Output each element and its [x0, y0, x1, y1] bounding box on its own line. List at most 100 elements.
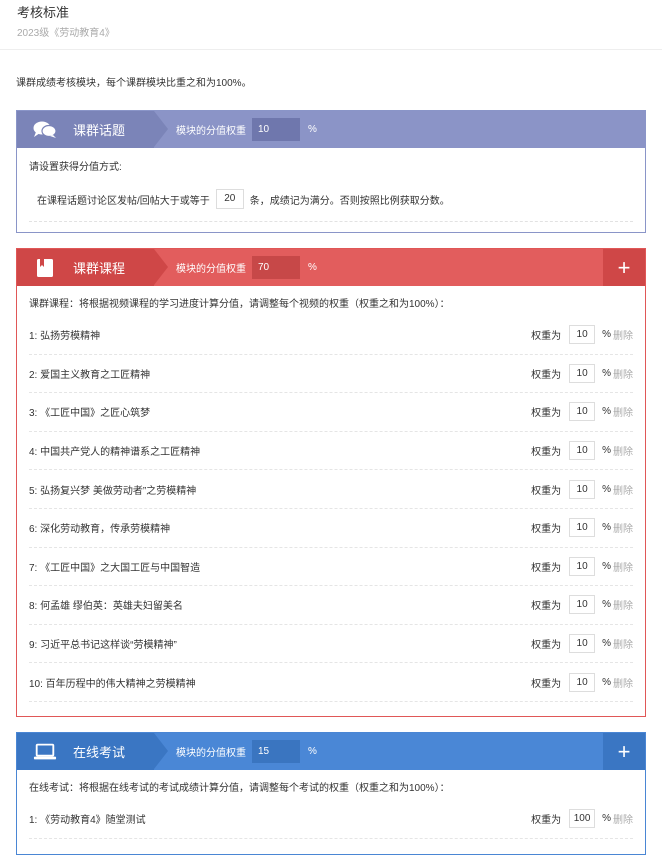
item-weight-percent: %	[602, 676, 611, 688]
add-course-button[interactable]: +	[603, 249, 645, 286]
item-weight-percent: %	[602, 483, 611, 495]
item-label: 5: 弘扬复兴梦 美做劳动者”之劳模精神	[29, 485, 197, 497]
list-item: 10: 百年历程中的伟大精神之劳模精神 权重为 10% 删除	[29, 663, 633, 702]
item-weight-input[interactable]: 10	[569, 672, 596, 692]
item-weight-input[interactable]: 10	[569, 556, 596, 576]
intro-text: 课群成绩考核模块，每个课群模块比重之和为100%。	[16, 78, 252, 89]
course-module: 课群课程 模块的分值权重 70 % + 课群课程：将根据视频课程的学习进度计算分…	[16, 248, 646, 717]
item-label: 10: 百年历程中的伟大精神之劳模精神	[29, 678, 196, 690]
item-weight-label: 权重为	[531, 601, 562, 613]
exam-module-name: 在线考试	[73, 745, 126, 760]
exam-weight-label: 模块的分值权重	[176, 748, 246, 759]
topic-weight-percent: %	[308, 124, 317, 135]
list-item: 1: 弘扬劳模精神 权重为 10% 删除	[29, 316, 633, 355]
course-module-tab: 课群课程	[17, 249, 168, 286]
item-label: 1: 《劳动教育4》随堂测试	[29, 815, 146, 827]
item-label: 6: 深化劳动教育，传承劳模精神	[29, 524, 171, 536]
list-item: 1: 《劳动教育4》随堂测试 权重为 100% 删除	[29, 800, 633, 839]
item-weight-label: 权重为	[531, 815, 562, 827]
list-item: 6: 深化劳动教育，传承劳模精神 权重为 10% 删除	[29, 509, 633, 548]
topic-prompt: 请设置获得分值方式:	[29, 162, 122, 173]
course-weight-label: 模块的分值权重	[176, 264, 246, 275]
add-exam-button[interactable]: +	[603, 733, 645, 770]
exam-module-bar: 在线考试 模块的分值权重 15 % +	[17, 733, 645, 770]
exam-weight-percent: %	[308, 746, 317, 757]
delete-button[interactable]: 删除	[613, 675, 633, 690]
chat-bubbles-icon	[33, 121, 57, 139]
item-weight-input[interactable]: 10	[569, 402, 596, 422]
delete-button[interactable]: 删除	[613, 327, 633, 342]
book-icon	[33, 258, 57, 277]
item-weight-input[interactable]: 100	[569, 809, 596, 829]
item-weight-label: 权重为	[531, 640, 562, 652]
topic-module: 课群话题 模块的分值权重 10 % 请设置获得分值方式: 在课程话题讨论区发帖/…	[16, 110, 646, 233]
delete-button[interactable]: 删除	[613, 597, 633, 612]
item-label: 7: 《工匠中国》之大国工匠与中国智造	[29, 562, 201, 574]
topic-rule-before: 在课程话题讨论区发帖/回帖大于或等于	[37, 195, 210, 207]
delete-button[interactable]: 删除	[613, 366, 633, 381]
course-description: 课群课程：将根据视频课程的学习进度计算分值，请调整每个视频的权重（权重之和为10…	[29, 299, 450, 310]
delete-button[interactable]: 删除	[613, 482, 633, 497]
item-weight-input[interactable]: 10	[569, 363, 596, 383]
item-weight-label: 权重为	[531, 331, 562, 343]
laptop-icon	[33, 743, 57, 761]
delete-button[interactable]: 删除	[613, 404, 633, 419]
item-label: 4: 中国共产党人的精神谱系之工匠精神	[29, 447, 201, 459]
delete-button[interactable]: 删除	[613, 559, 633, 574]
item-weight-percent: %	[602, 406, 611, 418]
item-weight-percent: %	[602, 638, 611, 650]
item-weight-label: 权重为	[531, 408, 562, 420]
item-weight-label: 权重为	[531, 562, 562, 574]
exam-module: 在线考试 模块的分值权重 15 % + 在线考试：将根据在线考试的考试成绩计算分…	[16, 732, 646, 855]
delete-button[interactable]: 删除	[613, 443, 633, 458]
item-weight-percent: %	[602, 367, 611, 379]
item-weight-label: 权重为	[531, 524, 562, 536]
list-item: 3: 《工匠中国》之匠心筑梦 权重为 10% 删除	[29, 393, 633, 432]
topic-weight-label: 模块的分值权重	[176, 126, 246, 137]
topic-module-bar: 课群话题 模块的分值权重 10 %	[17, 111, 645, 148]
delete-button[interactable]: 删除	[613, 636, 633, 651]
item-weight-percent: %	[602, 329, 611, 341]
item-weight-input[interactable]: 10	[569, 595, 596, 615]
item-label: 1: 弘扬劳模精神	[29, 331, 101, 343]
item-weight-label: 权重为	[531, 369, 562, 381]
item-weight-percent: %	[602, 522, 611, 534]
page-subtitle: 2023级《劳动教育4》	[17, 28, 115, 39]
list-item: 5: 弘扬复兴梦 美做劳动者”之劳模精神 权重为 10% 删除	[29, 470, 633, 509]
item-label: 2: 爱国主义教育之工匠精神	[29, 369, 151, 381]
delete-button[interactable]: 删除	[613, 811, 633, 826]
topic-weight-input[interactable]: 10	[252, 118, 300, 141]
item-weight-input[interactable]: 10	[569, 325, 596, 345]
list-item: 2: 爱国主义教育之工匠精神 权重为 10% 删除	[29, 355, 633, 394]
item-weight-percent: %	[602, 813, 611, 825]
item-label: 8: 何孟雄 缪伯英：英雄夫妇留美名	[29, 601, 183, 613]
page-title: 考核标准	[17, 5, 70, 20]
item-label: 9: 习近平总书记这样谈“劳模精神”	[29, 640, 177, 652]
topic-post-count-input[interactable]: 20	[215, 189, 244, 209]
item-weight-label: 权重为	[531, 678, 562, 690]
item-label: 3: 《工匠中国》之匠心筑梦	[29, 408, 151, 420]
item-weight-input[interactable]: 10	[569, 634, 596, 654]
item-weight-percent: %	[602, 599, 611, 611]
delete-button[interactable]: 删除	[613, 520, 633, 535]
list-item: 9: 习近平总书记这样谈“劳模精神” 权重为 10% 删除	[29, 625, 633, 664]
course-module-name: 课群课程	[73, 261, 126, 276]
item-weight-input[interactable]: 10	[569, 479, 596, 499]
item-weight-input[interactable]: 10	[569, 441, 596, 461]
course-module-bar: 课群课程 模块的分值权重 70 % +	[17, 249, 645, 286]
list-item: 4: 中国共产党人的精神谱系之工匠精神 权重为 10% 删除	[29, 432, 633, 471]
item-weight-input[interactable]: 10	[569, 518, 596, 538]
item-weight-percent: %	[602, 445, 611, 457]
list-item: 8: 何孟雄 缪伯英：英雄夫妇留美名 权重为 10% 删除	[29, 586, 633, 625]
item-weight-label: 权重为	[531, 447, 562, 459]
course-list: 1: 弘扬劳模精神 权重为 10% 删除 2: 爱国主义教育之工匠精神 权重为 10% 删除 3…	[17, 316, 645, 702]
topic-module-tab: 课群话题	[17, 111, 168, 148]
list-item: 7: 《工匠中国》之大国工匠与中国智造 权重为 10% 删除	[29, 548, 633, 587]
exam-module-tab: 在线考试	[17, 733, 168, 770]
course-weight-input[interactable]: 70	[252, 256, 300, 279]
exam-description: 在线考试：将根据在线考试的考试成绩计算分值，请调整每个考试的权重（权重之和为10…	[29, 783, 450, 794]
exam-weight-input[interactable]: 15	[252, 740, 300, 763]
item-weight-label: 权重为	[531, 485, 562, 497]
item-weight-percent: %	[602, 560, 611, 572]
course-weight-percent: %	[308, 262, 317, 273]
